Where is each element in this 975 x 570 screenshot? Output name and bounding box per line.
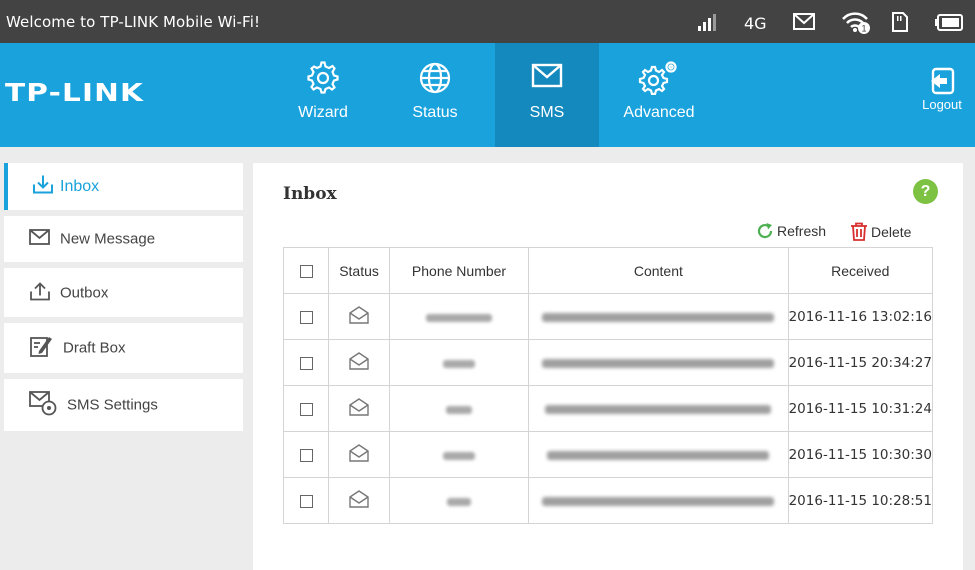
read-envelope-icon xyxy=(349,444,369,462)
brand-logo: TP-LINK xyxy=(5,78,145,107)
phone-number-redacted xyxy=(443,359,475,368)
outbox-upload-icon xyxy=(29,280,51,305)
messages-table: Status Phone Number Content Received 201… xyxy=(282,247,934,524)
table-row[interactable]: 2016-11-15 10:31:24 xyxy=(282,385,934,432)
table-row[interactable]: 2016-11-15 20:34:27 xyxy=(282,339,934,386)
row-checkbox[interactable] xyxy=(299,403,313,417)
column-header-phone: Phone Number xyxy=(388,247,530,294)
nav-sms-label: SMS xyxy=(529,104,565,121)
delete-label: Delete xyxy=(871,224,912,240)
select-all-cell xyxy=(282,247,330,294)
received-time: 2016-11-15 10:28:51 xyxy=(787,477,934,524)
content-redacted xyxy=(542,496,775,506)
signal-icon xyxy=(697,13,717,35)
read-envelope-icon xyxy=(349,306,369,324)
content-redacted xyxy=(545,404,772,414)
nav-advanced[interactable]: Advanced xyxy=(607,43,711,147)
sidebar-item-draft-box[interactable]: Draft Box xyxy=(4,323,243,373)
nav-wizard[interactable]: Wizard xyxy=(271,43,375,147)
globe-icon xyxy=(419,62,451,94)
sidebar-item-inbox-label: Inbox xyxy=(60,177,100,195)
column-header-content: Content xyxy=(528,247,789,294)
sidebar-item-draft-box-label: Draft Box xyxy=(63,339,126,357)
sidebar-item-sms-settings[interactable]: SMS Settings xyxy=(4,379,243,431)
nav-status[interactable]: Status xyxy=(383,43,487,147)
row-checkbox[interactable] xyxy=(299,449,313,463)
content-redacted xyxy=(542,358,775,368)
select-all-checkbox[interactable] xyxy=(299,265,313,279)
phone-number-redacted xyxy=(447,497,471,506)
delete-button[interactable]: Delete xyxy=(850,222,911,241)
wifi-icon[interactable]: 1 xyxy=(841,10,871,38)
sidebar-item-outbox-label: Outbox xyxy=(60,284,109,301)
gears-icon xyxy=(638,61,677,95)
sidebar-item-sms-settings-label: SMS Settings xyxy=(67,396,158,414)
received-time: 2016-11-16 13:02:16 xyxy=(787,293,934,340)
sidebar-item-new-message-label: New Message xyxy=(60,230,156,248)
row-checkbox[interactable] xyxy=(299,495,313,509)
content-redacted xyxy=(542,312,775,322)
help-icon[interactable]: ? xyxy=(913,179,938,204)
nav-advanced-label: Advanced xyxy=(623,104,695,121)
content-redacted xyxy=(547,450,770,460)
draft-edit-icon xyxy=(29,334,53,362)
table-row[interactable]: 2016-11-15 10:28:51 xyxy=(282,477,934,524)
table-row[interactable]: 2016-11-15 10:30:30 xyxy=(282,431,934,478)
page-title: Inbox xyxy=(283,184,337,204)
phone-number-redacted xyxy=(446,405,472,414)
read-envelope-icon xyxy=(349,352,369,370)
welcome-text: Welcome to TP-LINK Mobile Wi-Fi! xyxy=(6,13,261,31)
logout-label: Logout xyxy=(922,97,962,112)
refresh-icon xyxy=(757,223,773,239)
nav-wizard-label: Wizard xyxy=(298,104,348,121)
received-time: 2016-11-15 10:31:24 xyxy=(787,385,934,432)
sidebar-item-new-message[interactable]: New Message xyxy=(4,216,243,262)
column-header-status: Status xyxy=(328,247,390,294)
mail-icon[interactable] xyxy=(793,13,815,34)
network-type: 4G xyxy=(744,14,767,33)
refresh-button[interactable]: Refresh xyxy=(756,222,826,240)
received-time: 2016-11-15 20:34:27 xyxy=(787,339,934,386)
header: TP-LINK Wizard Status SMS Advanced Logou… xyxy=(0,43,975,147)
gear-icon xyxy=(307,61,339,94)
envelope-icon xyxy=(29,229,50,249)
table-header-row: Status Phone Number Content Received xyxy=(282,247,934,294)
inbox-download-icon xyxy=(32,174,54,199)
envelope-icon xyxy=(531,63,563,88)
status-bar: Welcome to TP-LINK Mobile Wi-Fi! 4G 1 xyxy=(0,0,975,43)
trash-icon xyxy=(851,222,867,241)
phone-number-redacted xyxy=(426,313,492,322)
received-time: 2016-11-15 10:30:30 xyxy=(787,431,934,478)
refresh-label: Refresh xyxy=(777,223,827,239)
sidebar-item-outbox[interactable]: Outbox xyxy=(4,268,243,317)
read-envelope-icon xyxy=(349,398,369,416)
phone-number-redacted xyxy=(443,451,475,460)
row-checkbox[interactable] xyxy=(299,357,313,371)
column-header-received: Received xyxy=(787,247,934,294)
row-checkbox[interactable] xyxy=(299,311,313,325)
read-envelope-icon xyxy=(349,490,369,508)
sms-settings-icon xyxy=(29,390,57,420)
wifi-client-count: 1 xyxy=(861,24,866,34)
nav-status-label: Status xyxy=(412,104,458,121)
logout-icon xyxy=(931,67,955,95)
battery-icon xyxy=(935,14,963,35)
inbox-panel: Inbox ? Refresh Delete Status Phone Numb… xyxy=(253,163,963,570)
table-row[interactable]: 2016-11-16 13:02:16 xyxy=(282,293,934,340)
sidebar-item-inbox[interactable]: Inbox xyxy=(4,163,243,210)
nav-sms[interactable]: SMS xyxy=(495,43,599,147)
logout-button[interactable]: Logout xyxy=(912,67,972,112)
sim-card-icon xyxy=(892,12,908,36)
